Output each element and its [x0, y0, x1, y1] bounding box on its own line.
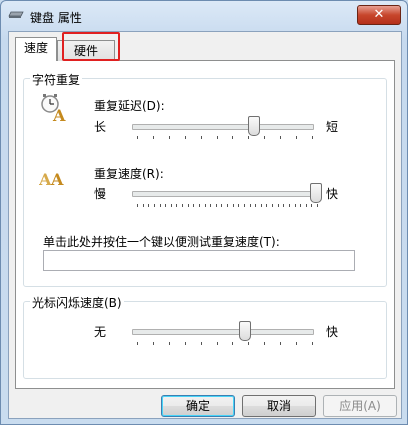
char-repeat-group: 字符重复 A 重复延迟(D): 长 短 A A 重复速度(R): 慢 快 单击此… [23, 71, 387, 287]
repeat-delay-ticks [137, 136, 313, 140]
slider-tick [137, 342, 138, 345]
slider-tick [198, 204, 200, 207]
slider-tick [152, 136, 154, 139]
slider-tick [170, 204, 172, 207]
slider-tick [187, 204, 189, 207]
properties-window: 键盘 属性 ✕ 速度 硬件 字符重复 A 重复延迟(D): 长 短 A A 重复… [0, 0, 408, 425]
slider-tick [296, 136, 298, 139]
tab-hardware[interactable]: 硬件 [57, 40, 115, 61]
slider-tick [272, 204, 273, 207]
repeat-delay-min-label: 长 [94, 120, 107, 134]
slider-tick [148, 204, 150, 207]
repeat-rate-label: 重复速度(R): [94, 167, 164, 181]
slider-tick [232, 136, 234, 139]
repeat-delay-max-label: 短 [326, 120, 339, 134]
slider-tick [210, 204, 212, 207]
slider-tick [152, 342, 154, 345]
slider-tick [216, 342, 218, 345]
slider-tick [184, 342, 186, 345]
slider-tick [184, 136, 186, 139]
slider-tick [283, 204, 285, 207]
repeat-test-input[interactable] [43, 250, 355, 271]
slider-tick [280, 342, 282, 345]
svg-text:A: A [50, 170, 64, 189]
slider-tick [277, 204, 279, 207]
slider-tick [232, 204, 234, 207]
slider-tick [137, 204, 138, 207]
slider-tick [312, 136, 313, 139]
slider-tick [294, 204, 296, 207]
slider-tick [311, 204, 313, 207]
slider-tick [238, 204, 240, 207]
cursor-blink-min-label: 无 [94, 325, 107, 339]
slider-tick [182, 204, 183, 207]
window-title: 键盘 属性 [30, 11, 82, 25]
slider-tick [296, 342, 298, 345]
slider-tick [264, 342, 266, 345]
repeat-delay-slider-thumb[interactable] [247, 116, 260, 136]
cursor-blink-slider-thumb[interactable] [239, 321, 252, 341]
slider-tick [176, 204, 178, 207]
keyboard-icon [8, 11, 24, 18]
slider-tick [221, 204, 223, 207]
slider-tick [165, 204, 167, 207]
repeat-rate-max-label: 快 [326, 187, 339, 201]
slider-tick [305, 204, 307, 207]
repeat-rate-icon: A A [39, 170, 64, 189]
ok-button[interactable]: 确定 [161, 395, 235, 417]
slider-tick [153, 204, 155, 207]
repeat-rate-ticks [137, 204, 318, 208]
slider-tick [216, 136, 218, 139]
repeat-delay-icon: A [41, 94, 66, 123]
slider-tick [215, 204, 217, 207]
svg-text:A: A [52, 106, 66, 123]
slider-tick [260, 204, 262, 207]
tab-speed[interactable]: 速度 [15, 37, 57, 61]
apply-button[interactable]: 应用(A) [323, 395, 397, 417]
slider-tick [142, 204, 144, 207]
slider-tick [168, 342, 170, 345]
slider-tick [193, 204, 195, 207]
close-button[interactable]: ✕ [357, 5, 401, 25]
repeat-delay-label: 重复延迟(D): [94, 99, 165, 113]
cancel-button[interactable]: 取消 [242, 395, 316, 417]
slider-tick [159, 204, 161, 207]
slider-tick [227, 204, 228, 207]
cursor-blink-group: 光标闪烁速度(B) 无 快 [23, 294, 387, 379]
speed-tab-panel: 字符重复 A 重复延迟(D): 长 短 A A 重复速度(R): 慢 快 单击此… [15, 60, 395, 389]
slider-tick [249, 204, 251, 207]
slider-tick [248, 136, 250, 139]
slider-tick [232, 342, 234, 345]
slider-tick [248, 342, 250, 345]
cursor-blink-ticks [137, 342, 313, 346]
slider-tick [168, 136, 170, 139]
cursor-blink-max-label: 快 [326, 325, 339, 339]
repeat-rate-slider-track[interactable] [132, 191, 320, 197]
slider-tick [264, 136, 266, 139]
repeat-rate-slider-thumb[interactable] [310, 183, 322, 203]
slider-tick [280, 136, 282, 139]
slider-tick [312, 342, 313, 345]
char-repeat-group-title: 字符重复 [30, 71, 83, 88]
slider-tick [200, 342, 202, 345]
repeat-delay-slider-track[interactable] [132, 124, 314, 130]
cursor-blink-slider-track[interactable] [132, 329, 314, 335]
slider-tick [317, 204, 318, 207]
cursor-blink-group-title: 光标闪烁速度(B) [30, 294, 124, 311]
slider-tick [200, 136, 202, 139]
slider-tick [255, 204, 257, 207]
slider-tick [266, 204, 268, 207]
slider-tick [137, 136, 138, 139]
dialog-body: 速度 硬件 字符重复 A 重复延迟(D): 长 短 A A 重复速度(R): 慢… [8, 31, 402, 419]
slider-tick [243, 204, 245, 207]
slider-tick [288, 204, 290, 207]
title-bar[interactable]: 键盘 属性 ✕ [1, 1, 407, 31]
slider-tick [300, 204, 302, 207]
repeat-rate-min-label: 慢 [94, 187, 107, 201]
slider-tick [204, 204, 206, 207]
repeat-test-label: 单击此处并按住一个键以便测试重复速度(T): [43, 235, 280, 249]
